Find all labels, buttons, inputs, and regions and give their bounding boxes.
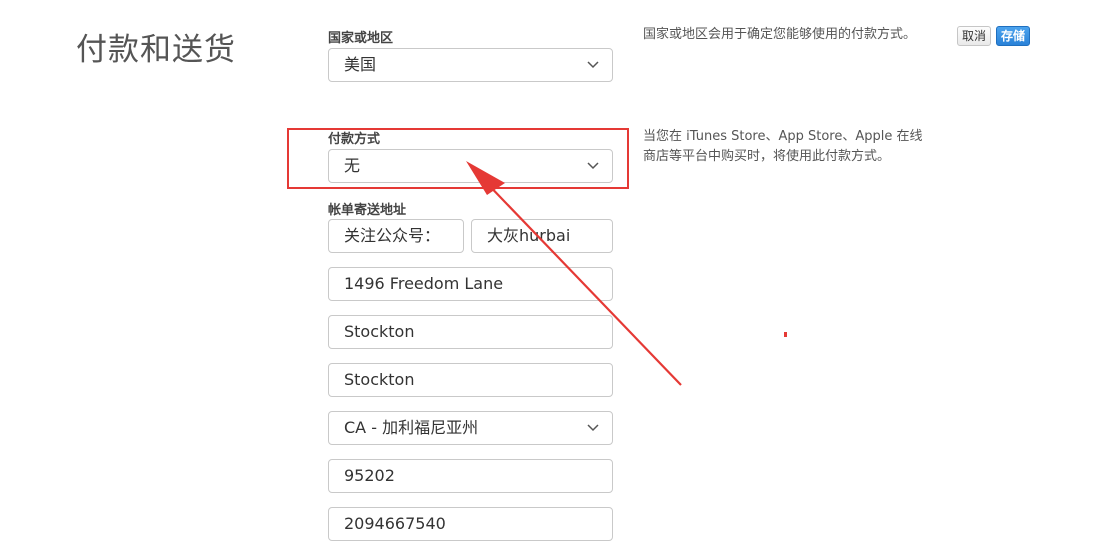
chevron-down-icon bbox=[587, 61, 599, 69]
page-title: 付款和送货 bbox=[76, 32, 236, 68]
state-select[interactable]: CA - 加利福尼亚州 bbox=[328, 411, 613, 445]
country-label: 国家或地区 bbox=[328, 31, 394, 46]
payment-method-note: 当您在 iTunes Store、App Store、Apple 在线商店等平台… bbox=[643, 129, 923, 164]
last-name-field[interactable]: 大灰hurbai bbox=[471, 219, 613, 253]
cancel-button[interactable]: 取消 bbox=[957, 26, 992, 46]
city-secondary-field[interactable]: Stockton bbox=[328, 363, 613, 397]
country-note: 国家或地区会用于确定您能够使用的付款方式。 bbox=[643, 27, 917, 42]
chevron-down-icon bbox=[587, 424, 599, 432]
street-field[interactable]: 1496 Freedom Lane bbox=[328, 267, 613, 301]
city-field[interactable]: Stockton bbox=[328, 315, 613, 349]
country-value: 美国 bbox=[344, 55, 377, 74]
billing-address-label: 帐单寄送地址 bbox=[328, 203, 407, 218]
highlight-box bbox=[287, 128, 629, 189]
first-name-field[interactable]: 关注公众号： bbox=[328, 219, 464, 253]
save-button[interactable]: 存储 bbox=[996, 26, 1031, 46]
country-select[interactable]: 美国 bbox=[328, 48, 613, 82]
state-value: CA - 加利福尼亚州 bbox=[344, 418, 479, 437]
phone-field[interactable]: 2094667540 bbox=[328, 507, 613, 541]
zip-field[interactable]: 95202 bbox=[328, 459, 613, 493]
red-dot bbox=[784, 332, 787, 337]
